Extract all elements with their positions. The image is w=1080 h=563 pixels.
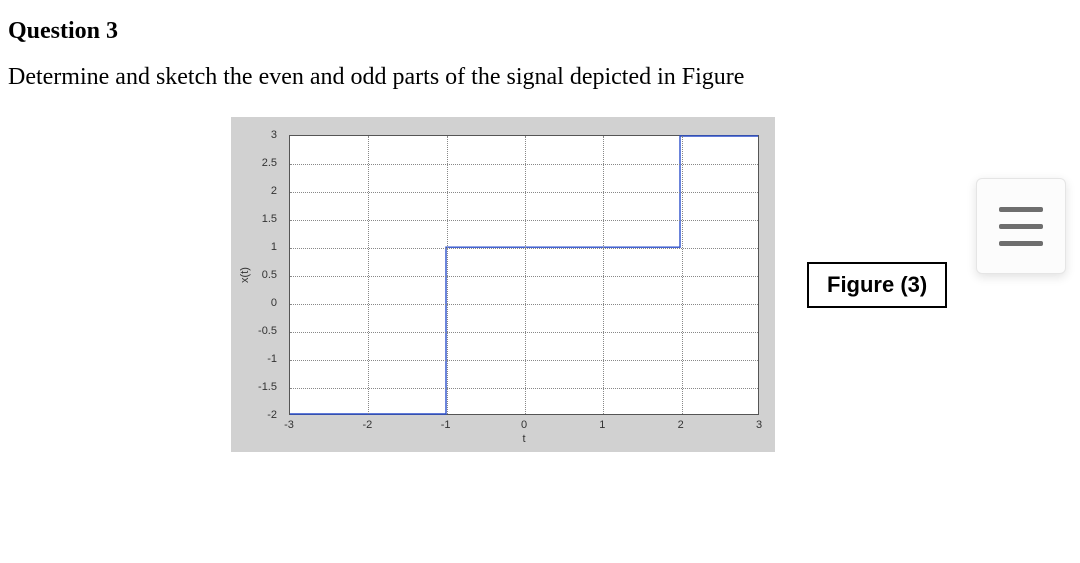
y-tick-label: 2 [271,185,283,197]
x-tick-label: 3 [756,415,762,431]
y-tick-label: -1.5 [258,381,283,393]
signal-line [290,136,758,414]
y-tick-label: 1.5 [262,213,283,225]
hamburger-menu-icon [999,241,1043,246]
x-tick-label: 2 [678,415,684,431]
figure-caption: Figure (3) [807,262,947,308]
y-tick-label: 0 [271,297,283,309]
y-tick-label: -0.5 [258,325,283,337]
x-tick-label: -2 [362,415,372,431]
y-axis-label: x(t) [239,267,251,283]
question-prompt: Determine and sketch the even and odd pa… [8,61,1072,93]
y-tick-label: 3 [271,129,283,141]
hamburger-menu-icon [999,224,1043,229]
hamburger-menu-icon [999,207,1043,212]
x-axis-label: t [289,433,759,445]
plot-area [289,135,759,415]
question-heading: Question 3 [8,18,1072,45]
x-tick-label: -3 [284,415,294,431]
y-tick-label: 2.5 [262,157,283,169]
x-tick-label: 1 [599,415,605,431]
chart-container: x(t) t -3-2-10123-2-1.5-1-0.500.511.522.… [231,117,775,452]
y-tick-label: 1 [271,241,283,253]
y-tick-label: 0.5 [262,269,283,281]
hamburger-menu-button[interactable] [976,178,1066,274]
x-tick-label: 0 [521,415,527,431]
x-tick-label: -1 [441,415,451,431]
y-tick-label: -1 [267,353,283,365]
y-tick-label: -2 [267,409,283,421]
